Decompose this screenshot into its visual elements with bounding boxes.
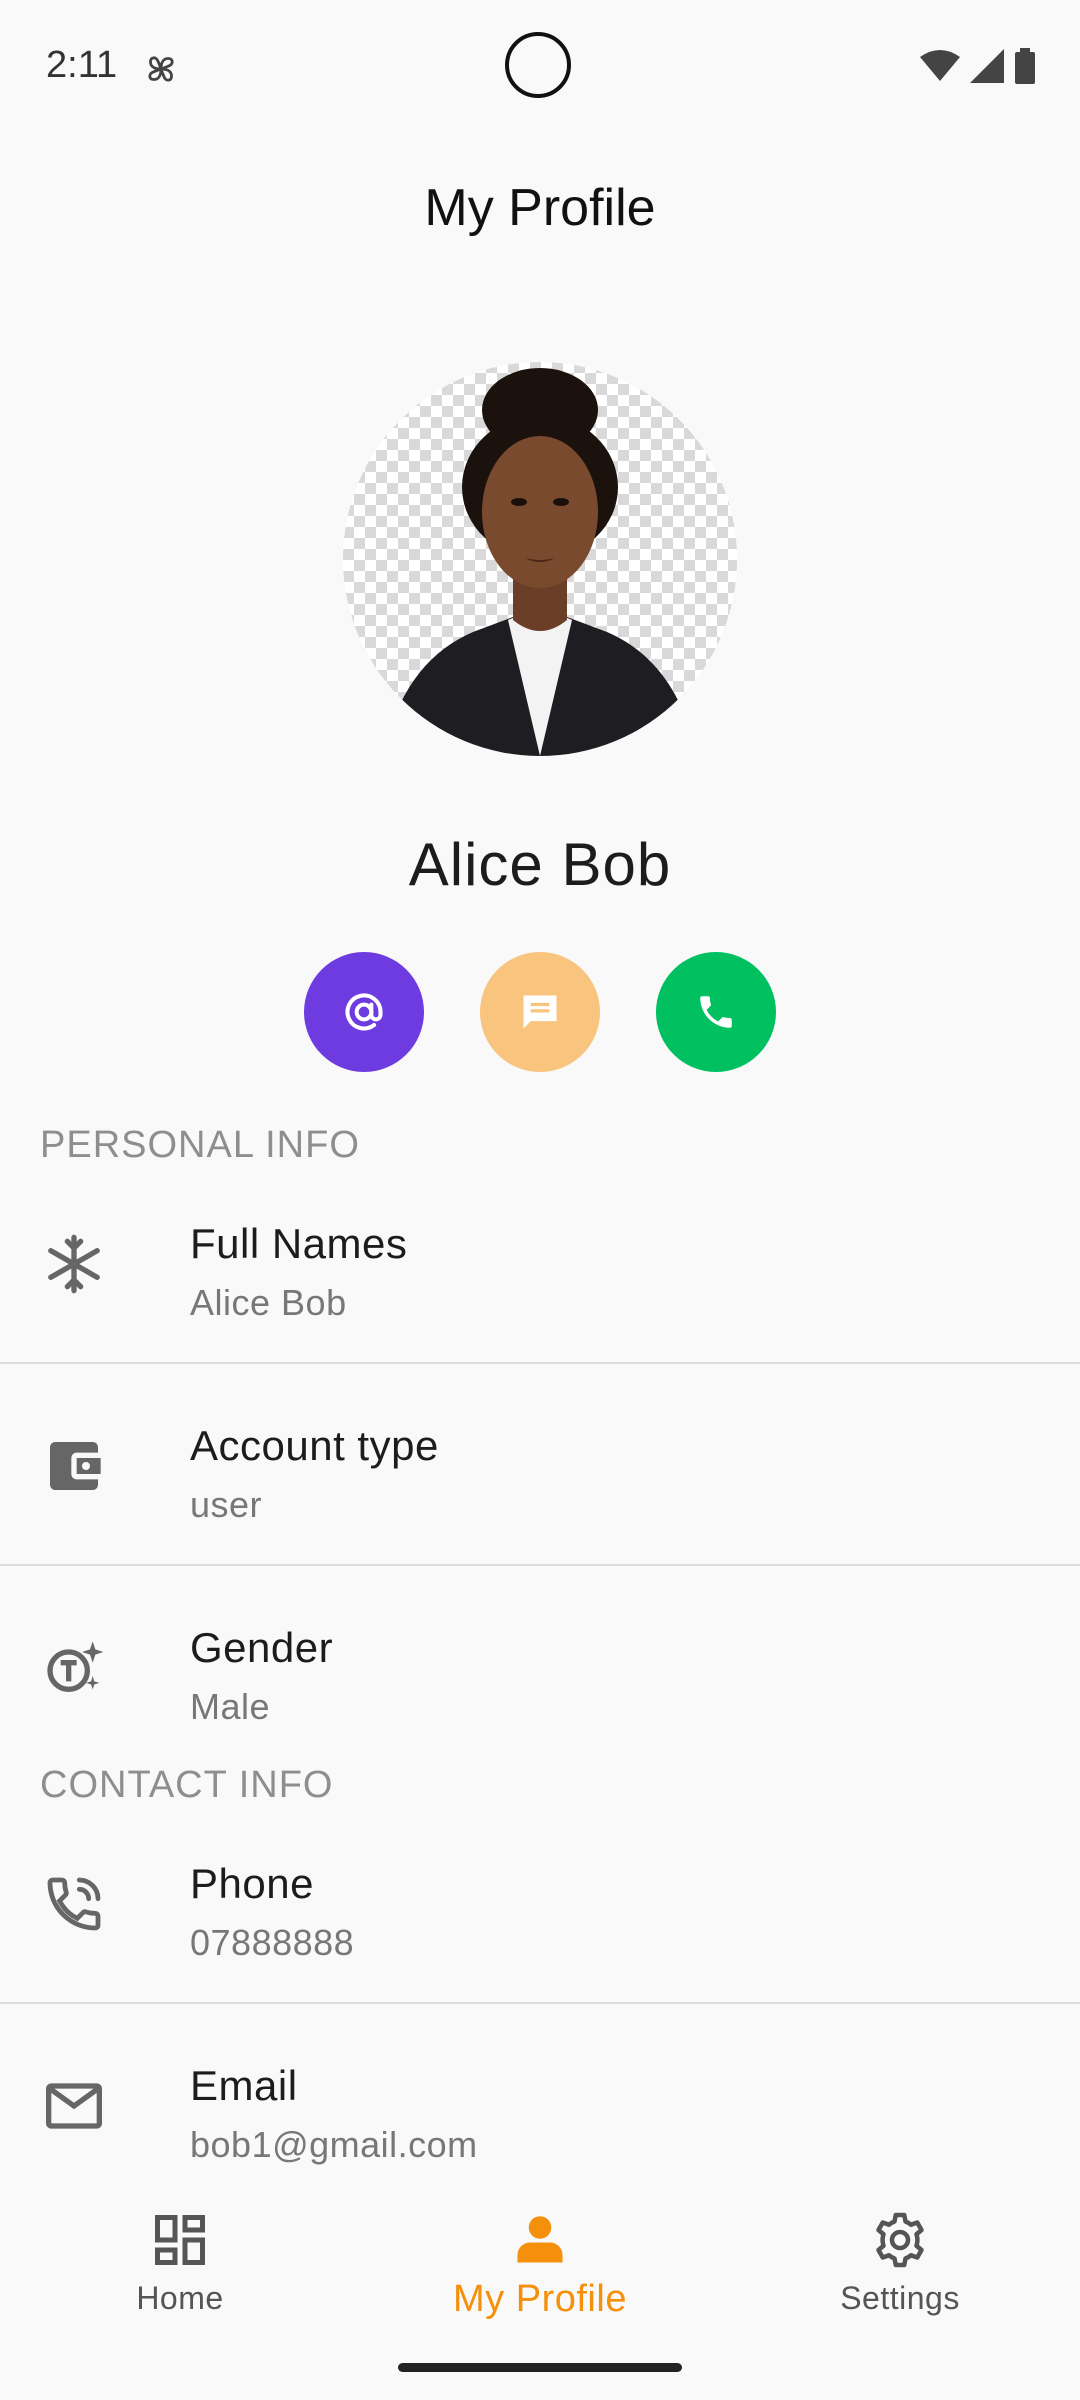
info-row-account-type[interactable]: Account type user <box>0 1402 1080 1602</box>
nav-item-my-profile[interactable]: My Profile <box>410 2210 670 2321</box>
avatar[interactable] <box>343 362 737 756</box>
gender-icon <box>47 1641 104 1692</box>
camera-cutout <box>505 32 571 98</box>
call-action-button[interactable] <box>656 952 776 1072</box>
email-value: bob1@gmail.com <box>190 2124 478 2165</box>
wifi-icon <box>920 50 960 81</box>
profile-name: Alice Bob <box>408 831 672 898</box>
page-title: My Profile <box>424 179 656 237</box>
at-sign-icon <box>345 993 383 1031</box>
home-indicator[interactable] <box>398 2363 682 2372</box>
email-action-button[interactable] <box>304 952 424 1072</box>
nav-label-my-profile: My Profile <box>453 2278 627 2320</box>
divider <box>0 1564 1080 1566</box>
email-title: Email <box>190 2062 298 2109</box>
contact-info-label: CONTACT INFO <box>40 1764 334 1806</box>
battery-icon <box>1015 48 1035 84</box>
message-icon <box>523 995 557 1029</box>
contact-actions <box>0 952 1080 1072</box>
status-bar: 2:11 <box>0 0 1080 140</box>
snowflake-icon <box>48 1234 100 1294</box>
phone-title: Phone <box>190 1860 314 1907</box>
divider <box>0 2002 1080 2004</box>
gender-value: Male <box>190 1686 271 1727</box>
avatar-portrait <box>383 368 697 756</box>
nav-label-home: Home <box>136 2280 224 2316</box>
gear-icon <box>876 2212 924 2268</box>
status-time: 2:11 <box>46 44 118 86</box>
person-icon <box>517 2216 563 2263</box>
divider <box>0 1362 1080 1364</box>
account-type-value: user <box>190 1484 263 1525</box>
signal-icon <box>970 49 1004 83</box>
phone-call-icon <box>47 1877 101 1931</box>
info-row-full-names[interactable]: Full Names Alice Bob <box>0 1200 1080 1400</box>
account-type-title: Account type <box>190 1422 439 1469</box>
nav-item-home[interactable]: Home <box>50 2210 310 2317</box>
phone-icon <box>700 996 732 1028</box>
dashboard-icon <box>155 2215 205 2265</box>
info-row-phone[interactable]: Phone 07888888 <box>0 1840 1080 2040</box>
mail-icon <box>46 2083 102 2129</box>
wallet-icon <box>50 1442 101 1490</box>
nav-item-settings[interactable]: Settings <box>770 2210 1030 2317</box>
nav-label-settings: Settings <box>840 2280 960 2316</box>
phone-value: 07888888 <box>190 1922 355 1963</box>
personal-info-label: PERSONAL INFO <box>40 1124 360 1166</box>
status-icons <box>920 48 1036 84</box>
full-names-title: Full Names <box>190 1220 408 1267</box>
full-names-value: Alice Bob <box>190 1282 347 1323</box>
bottom-nav: Home My Profile Settings <box>0 2180 1080 2340</box>
gender-title: Gender <box>190 1624 334 1671</box>
fan-icon <box>148 56 174 82</box>
message-action-button[interactable] <box>480 952 600 1072</box>
